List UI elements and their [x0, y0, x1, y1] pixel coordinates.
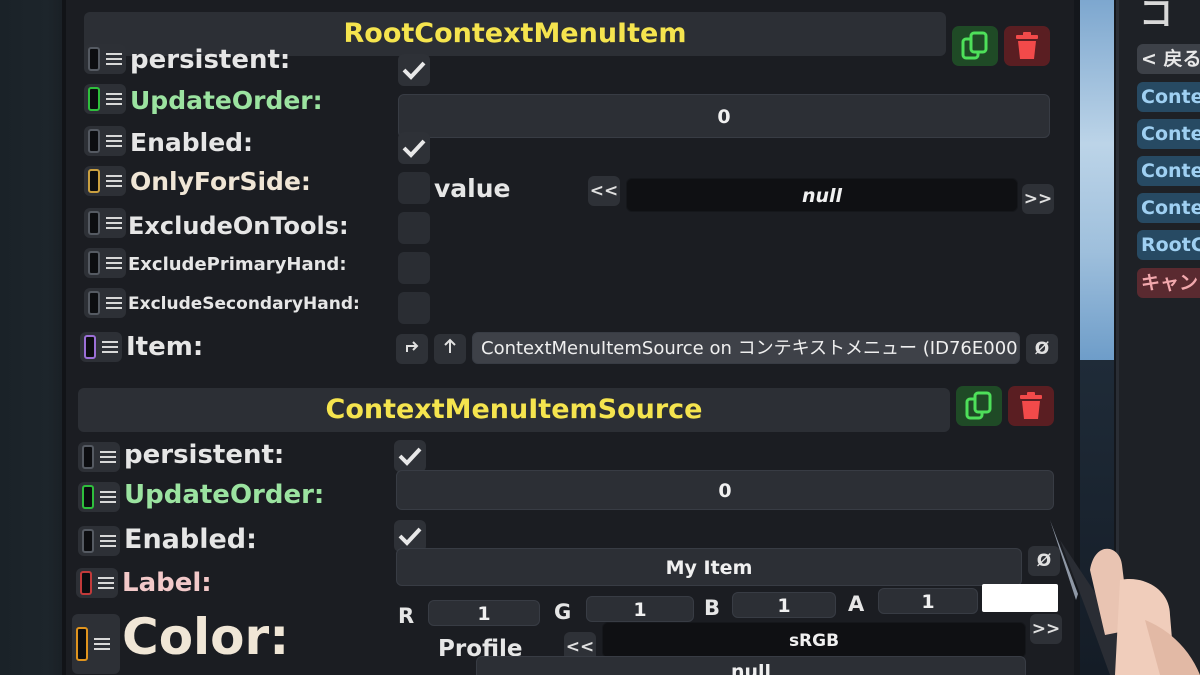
arrow-up-icon: [444, 338, 456, 353]
menu-icon: [106, 175, 122, 187]
field-label-color: Color:: [122, 608, 290, 666]
context-menu-item[interactable]: Conte: [1137, 119, 1200, 149]
delete-component-button[interactable]: [1008, 386, 1054, 426]
b-input[interactable]: 1: [732, 592, 836, 618]
check-icon: [402, 139, 426, 158]
field-label-exclude-on-tools: ExcludeOnTools:: [128, 212, 349, 240]
field-label-update-order: UpdateOrder:: [124, 480, 325, 510]
r-label: R: [398, 604, 415, 628]
update-order-input[interactable]: 0: [396, 470, 1054, 510]
sky-background: [1080, 0, 1114, 360]
jump-icon: [406, 341, 419, 352]
only-for-side-checkbox[interactable]: [398, 172, 430, 204]
duplicate-icon: [965, 391, 992, 420]
field-label-enabled: Enabled:: [130, 128, 254, 157]
menu-icon: [94, 638, 110, 650]
profile-field[interactable]: sRGB: [602, 622, 1026, 658]
field-indicator[interactable]: [80, 332, 122, 362]
field-label-persistent: persistent:: [130, 45, 291, 75]
context-menu-item[interactable]: Conte: [1137, 82, 1200, 112]
check-icon: [402, 61, 426, 80]
a-label: A: [848, 592, 865, 616]
check-icon: [398, 527, 422, 546]
open-reference-button[interactable]: [396, 334, 428, 364]
field-indicator[interactable]: [84, 208, 126, 238]
check-icon: [398, 447, 422, 466]
field-label-label: Label:: [122, 568, 212, 598]
value-label: value: [434, 174, 511, 203]
next-button[interactable]: >>: [1022, 184, 1054, 214]
duplicate-component-button[interactable]: [952, 26, 998, 66]
field-indicator[interactable]: [84, 84, 126, 114]
menu-icon: [100, 535, 116, 547]
next-field[interactable]: null: [476, 656, 1026, 675]
a-input[interactable]: 1: [878, 588, 978, 614]
select-reference-button[interactable]: [434, 334, 466, 364]
menu-icon: [106, 93, 122, 105]
field-indicator[interactable]: [84, 126, 126, 156]
prev-button[interactable]: <<: [588, 176, 620, 206]
value-field[interactable]: null: [626, 178, 1018, 212]
field-label-only-for-side: OnlyForSide:: [130, 167, 311, 196]
menu-icon: [106, 217, 122, 229]
field-label-exclude-secondary: ExcludeSecondaryHand:: [128, 294, 360, 314]
menu-icon: [106, 53, 122, 65]
exclude-on-tools-checkbox[interactable]: [398, 212, 430, 244]
g-label: G: [554, 600, 572, 624]
menu-icon: [106, 135, 122, 147]
field-label-persistent: persistent:: [124, 440, 285, 470]
exclude-secondary-checkbox[interactable]: [398, 292, 430, 324]
r-input[interactable]: 1: [428, 600, 540, 626]
context-menu-item[interactable]: RootC: [1137, 230, 1200, 260]
label-input[interactable]: My Item: [396, 548, 1022, 586]
field-indicator[interactable]: [84, 44, 126, 74]
persistent-checkbox[interactable]: [394, 440, 426, 472]
field-indicator[interactable]: [78, 526, 120, 556]
field-indicator[interactable]: [78, 442, 120, 472]
field-indicator[interactable]: [84, 166, 126, 196]
component-header-source[interactable]: ContextMenuItemSource: [78, 388, 950, 432]
item-reference-field[interactable]: ContextMenuItemSource on コンテキストメニュー (ID7…: [472, 332, 1020, 364]
field-indicator[interactable]: [84, 288, 126, 318]
component-title: RootContextMenuItem: [343, 18, 687, 49]
trash-icon: [1016, 32, 1038, 59]
field-label-item: Item:: [126, 332, 204, 362]
field-label-enabled: Enabled:: [124, 524, 257, 555]
field-label-exclude-primary: ExcludePrimaryHand:: [128, 254, 347, 275]
menu-icon: [106, 297, 122, 309]
persistent-checkbox[interactable]: [398, 54, 430, 86]
component-title: ContextMenuItemSource: [325, 394, 703, 425]
exclude-primary-checkbox[interactable]: [398, 252, 430, 284]
menu-icon: [98, 577, 114, 589]
enabled-checkbox[interactable]: [398, 132, 430, 164]
vr-hand-icon: [1050, 520, 1200, 675]
duplicate-component-button[interactable]: [956, 386, 1002, 426]
field-label-update-order: UpdateOrder:: [130, 86, 323, 115]
field-indicator[interactable]: [72, 614, 120, 674]
color-preview-swatch[interactable]: [982, 584, 1058, 612]
duplicate-icon: [961, 31, 988, 60]
update-order-input[interactable]: 0: [398, 94, 1050, 138]
g-input[interactable]: 1: [586, 596, 694, 622]
clear-reference-button[interactable]: Ø: [1026, 334, 1058, 364]
trash-icon: [1020, 392, 1042, 419]
back-button[interactable]: < 戻る: [1137, 44, 1200, 74]
context-menu-item[interactable]: Conte: [1137, 156, 1200, 186]
b-label: B: [704, 596, 721, 620]
field-indicator[interactable]: [76, 568, 118, 598]
menu-icon: [106, 257, 122, 269]
field-indicator[interactable]: [78, 482, 120, 512]
delete-component-button[interactable]: [1004, 26, 1050, 66]
context-menu-title: コ: [1139, 0, 1173, 34]
menu-icon: [100, 451, 116, 463]
context-menu-cancel[interactable]: キャン: [1137, 268, 1200, 298]
context-menu-item[interactable]: Conte: [1137, 193, 1200, 223]
menu-icon: [102, 341, 118, 353]
field-indicator[interactable]: [84, 248, 126, 278]
menu-icon: [100, 491, 116, 503]
